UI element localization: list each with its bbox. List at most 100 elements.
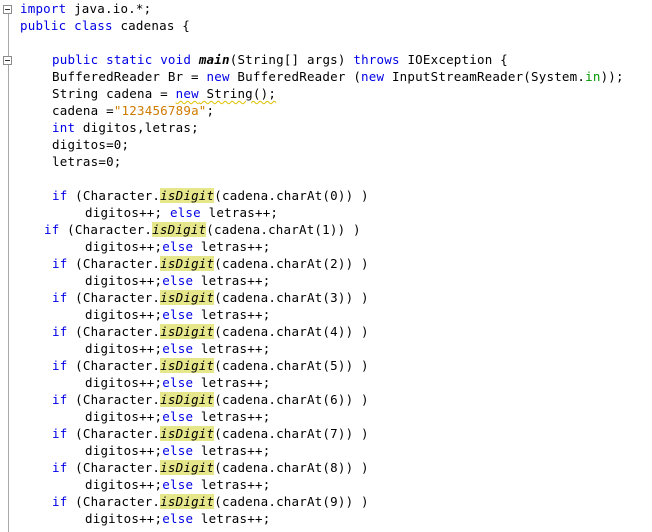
code-token: if <box>52 358 68 373</box>
code-editor[interactable]: import java.io.*; public class cadenas {p… <box>0 0 652 532</box>
code-token: IOException { <box>399 52 508 67</box>
code-token: digitos++; <box>85 239 163 254</box>
code-line: digitos=0; <box>52 136 129 153</box>
code-token: letras++; <box>200 205 279 220</box>
code-token: letras++; <box>193 375 271 390</box>
code-token: new <box>175 86 199 101</box>
code-token: void <box>160 52 192 67</box>
code-token: isDigit <box>160 358 215 373</box>
code-token: else <box>162 477 194 492</box>
code-token: if <box>44 222 60 237</box>
code-token: cadenas { <box>112 18 190 33</box>
code-token: public <box>20 18 67 33</box>
code-line: int digitos,letras; <box>52 119 199 136</box>
code-token: digitos++; <box>85 205 170 220</box>
code-token: (cadena.charAt(2)) ) <box>214 256 369 271</box>
code-line: digitos++; else letras++; <box>85 204 278 221</box>
code-token: if <box>52 290 68 305</box>
code-token: InputStreamReader(System. <box>384 69 586 84</box>
code-token: BufferedReader ( <box>229 69 362 84</box>
fold-gutter-line <box>8 6 9 532</box>
code-token: String cadena = <box>52 86 176 101</box>
code-line: letras=0; <box>52 153 122 170</box>
code-token: letras++; <box>193 341 271 356</box>
code-token: (cadena.charAt(0)) ) <box>214 188 369 203</box>
code-token: String(); <box>198 86 277 101</box>
code-token: (Character. <box>67 188 161 203</box>
code-token: isDigit <box>152 222 207 237</box>
code-token: in <box>585 69 601 84</box>
code-token: (cadena.charAt(5)) ) <box>214 358 369 373</box>
code-token: throws <box>353 52 400 67</box>
code-line: digitos++;else letras++; <box>85 408 270 425</box>
code-token: digitos++; <box>85 307 163 322</box>
code-token: (cadena.charAt(4)) ) <box>214 324 369 339</box>
code-token: letras++; <box>193 409 271 424</box>
code-token: (cadena.charAt(9)) ) <box>214 494 369 509</box>
code-token: else <box>162 273 194 288</box>
code-token: if <box>52 188 68 203</box>
code-token: letras++; <box>193 239 271 254</box>
fold-minus-icon[interactable] <box>3 5 12 14</box>
code-token: if <box>52 392 68 407</box>
code-token: letras++; <box>193 443 271 458</box>
code-token: digitos,letras; <box>75 120 199 135</box>
code-line: if (Character.isDigit(cadena.charAt(8)) … <box>52 459 369 476</box>
code-line: if (Character.isDigit(cadena.charAt(3)) … <box>52 289 369 306</box>
code-line: digitos++;else letras++; <box>85 442 270 459</box>
code-token: new <box>361 69 385 84</box>
code-token: public <box>52 52 99 67</box>
code-token: if <box>52 494 68 509</box>
code-token: letras++; <box>193 511 271 526</box>
code-token: java.io.*; <box>66 1 152 16</box>
fold-minus-icon[interactable] <box>3 56 12 65</box>
code-token: (Character. <box>67 494 161 509</box>
code-token: (Character. <box>67 358 161 373</box>
code-token: if <box>52 460 68 475</box>
code-token: (String[] args) <box>229 52 354 67</box>
code-token: digitos++; <box>85 511 163 526</box>
code-token: new <box>206 69 230 84</box>
code-line: digitos++;else letras++; <box>85 476 270 493</box>
code-token: (Character. <box>67 460 161 475</box>
code-token: letras++; <box>193 477 271 492</box>
code-token: else <box>169 205 201 220</box>
code-token: )); <box>600 69 624 84</box>
code-token: isDigit <box>160 256 215 271</box>
code-line: if (Character.isDigit(cadena.charAt(7)) … <box>52 425 369 442</box>
code-line: if (Character.isDigit(cadena.charAt(9)) … <box>52 493 369 510</box>
code-token: (cadena.charAt(6)) ) <box>214 392 369 407</box>
code-line: if (Character.isDigit(cadena.charAt(6)) … <box>52 391 369 408</box>
code-token: digitos++; <box>85 443 163 458</box>
code-token: (Character. <box>67 290 161 305</box>
code-token: if <box>52 426 68 441</box>
code-token: else <box>162 307 194 322</box>
code-token: class <box>74 18 113 33</box>
code-token: ; <box>206 103 215 118</box>
code-line: if (Character.isDigit(cadena.charAt(4)) … <box>52 323 369 340</box>
code-token: else <box>162 341 194 356</box>
code-token: else <box>162 409 194 424</box>
code-token: (cadena.charAt(1)) ) <box>206 222 361 237</box>
code-token: BufferedReader Br = <box>52 69 207 84</box>
code-token: letras++; <box>193 307 271 322</box>
code-line: if (Character.isDigit(cadena.charAt(2)) … <box>52 255 369 272</box>
code-line: public static void main(String[] args) t… <box>52 51 508 68</box>
code-line: if (Character.isDigit(cadena.charAt(0)) … <box>52 187 369 204</box>
code-token: isDigit <box>160 460 215 475</box>
code-token: isDigit <box>160 188 215 203</box>
code-line: if (Character.isDigit(cadena.charAt(1)) … <box>44 221 361 238</box>
code-line: digitos++;else letras++; <box>85 510 270 527</box>
code-token: else <box>162 443 194 458</box>
code-token: else <box>162 239 194 254</box>
code-line: if (Character.isDigit(cadena.charAt(5)) … <box>52 357 369 374</box>
code-token: (Character. <box>67 256 161 271</box>
code-token: static <box>106 52 153 67</box>
code-token: isDigit <box>160 392 215 407</box>
code-token: isDigit <box>160 494 215 509</box>
code-line: digitos++;else letras++; <box>85 340 270 357</box>
code-token: else <box>162 375 194 390</box>
